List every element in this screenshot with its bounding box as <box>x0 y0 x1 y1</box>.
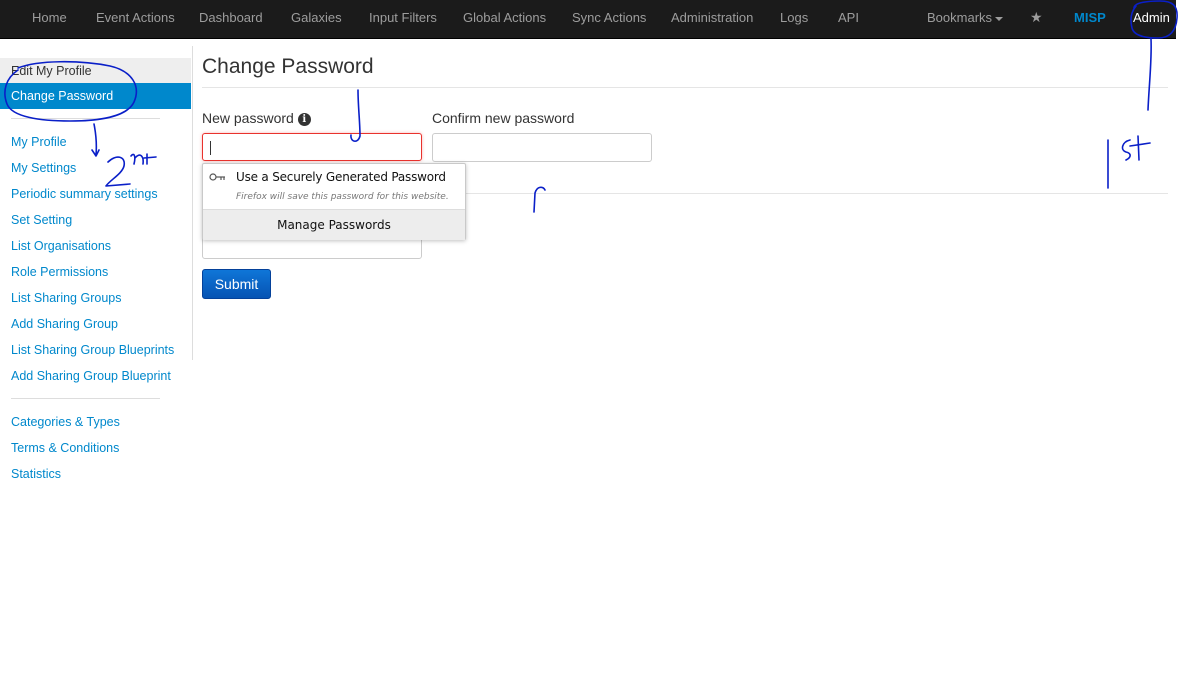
sidebar-item-role-permissions[interactable]: Role Permissions <box>11 259 108 285</box>
sidebar-item-statistics[interactable]: Statistics <box>11 461 61 487</box>
confirm-password-label: Confirm new password <box>432 110 575 126</box>
confirm-password-input[interactable] <box>432 133 652 162</box>
manage-passwords-button[interactable]: Manage Passwords <box>203 209 465 240</box>
sidebar-divider <box>11 118 160 119</box>
nav-input-filters[interactable]: Input Filters <box>369 0 437 38</box>
nav-home[interactable]: Home <box>32 0 67 38</box>
nav-user-admin[interactable]: Admin <box>1133 0 1170 38</box>
nav-galaxies[interactable]: Galaxies <box>291 0 342 38</box>
nav-sync-actions[interactable]: Sync Actions <box>572 0 646 38</box>
sidebar-item-change-password[interactable]: Change Password <box>0 83 191 109</box>
annotation-confirm-mark <box>533 186 546 213</box>
info-icon[interactable]: i <box>297 113 311 126</box>
password-suggestion-popup: Use a Securely Generated Password Firefo… <box>202 163 466 240</box>
nav-dashboard[interactable]: Dashboard <box>199 0 263 38</box>
nav-event-actions[interactable]: Event Actions <box>96 0 175 38</box>
sidebar-item-my-settings[interactable]: My Settings <box>11 155 76 181</box>
nav-bookmarks[interactable]: Bookmarks <box>927 0 1004 38</box>
caret-down-icon <box>995 16 1004 21</box>
title-divider <box>202 87 1168 88</box>
key-icon <box>209 173 225 181</box>
generated-password-label: Use a Securely Generated Password <box>236 170 446 184</box>
sidebar-item-periodic-summary[interactable]: Periodic summary settings <box>11 181 158 207</box>
nav-bookmarks-label: Bookmarks <box>927 10 993 25</box>
sidebar-item-edit-my-profile[interactable]: Edit My Profile <box>0 58 191 84</box>
sidebar-divider <box>11 398 160 399</box>
annotation-line-admin <box>1147 38 1152 111</box>
nav-logs[interactable]: Logs <box>780 0 808 38</box>
sidebar-item-list-sharing-groups[interactable]: List Sharing Groups <box>11 285 121 311</box>
nav-global-actions[interactable]: Global Actions <box>463 0 546 38</box>
new-password-label-text: New password <box>202 110 294 126</box>
nav-api[interactable]: API <box>838 0 859 38</box>
new-password-input[interactable] <box>202 133 422 161</box>
nav-administration[interactable]: Administration <box>671 0 753 38</box>
annotation-1st <box>1107 135 1151 189</box>
sidebar-item-categories-types[interactable]: Categories & Types <box>11 409 120 435</box>
submit-button[interactable]: Submit <box>202 269 271 299</box>
sidebar-item-add-blueprint[interactable]: Add Sharing Group Blueprint <box>11 363 171 389</box>
nav-brand-misp[interactable]: MISP <box>1074 0 1106 38</box>
new-password-label: New password i <box>202 110 311 126</box>
text-cursor <box>210 141 211 155</box>
sidebar-item-list-blueprints[interactable]: List Sharing Group Blueprints <box>11 337 174 363</box>
top-navbar: Home Event Actions Dashboard Galaxies In… <box>0 0 1176 39</box>
sidebar-item-terms-conditions[interactable]: Terms & Conditions <box>11 435 119 461</box>
star-icon[interactable]: ★ <box>1030 0 1043 38</box>
sidebar-item-my-profile[interactable]: My Profile <box>11 129 67 155</box>
generated-password-option[interactable]: Use a Securely Generated Password Firefo… <box>203 164 465 209</box>
sidebar-item-set-setting[interactable]: Set Setting <box>11 207 72 233</box>
save-password-note: Firefox will save this password for this… <box>236 192 449 202</box>
sidebar-item-add-sharing-group[interactable]: Add Sharing Group <box>11 311 118 337</box>
sidebar-item-list-organisations[interactable]: List Organisations <box>11 233 111 259</box>
page-title: Change Password <box>202 55 374 78</box>
